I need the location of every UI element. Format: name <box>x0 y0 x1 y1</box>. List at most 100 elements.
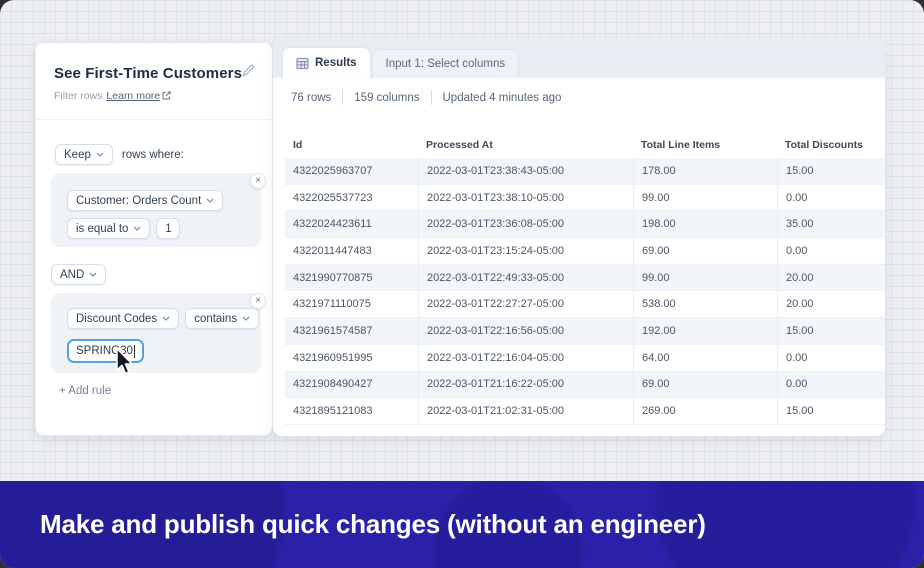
cell-total-line-items: 538.00 <box>633 291 777 318</box>
text-caret <box>133 344 135 358</box>
cell-total-discounts: 20.00 <box>777 291 885 318</box>
table-status-bar: 76 rows 159 columns Updated 4 minutes ag… <box>291 90 561 105</box>
cell-total-discounts: 35.00 <box>777 211 885 238</box>
cell-total-line-items: 192.00 <box>633 318 777 344</box>
table-row: 4321971110075 2022-03-01T22:27:27-05:00 … <box>285 291 885 319</box>
tab-results[interactable]: Results <box>283 48 370 78</box>
chevron-down-icon <box>89 272 97 277</box>
and-dropdown[interactable]: AND <box>51 264 107 285</box>
status-divider <box>342 90 344 105</box>
remove-rule-1-button[interactable]: × <box>250 173 266 189</box>
cell-id: 4322025537723 <box>293 191 373 204</box>
table-row: 4321895121083 2022-03-01T21:02:31-05:00 … <box>285 398 885 425</box>
chevron-down-icon <box>162 316 170 321</box>
keep-dropdown-label: Keep <box>64 148 91 161</box>
keep-rows-row: Keep rows where: <box>55 144 184 165</box>
rule-1-operator-row: is equal to 1 <box>67 218 181 239</box>
cell-total-discounts: 0.00 <box>777 344 885 371</box>
table-body: 4322025963707 2022-03-01T23:38:43-05:00 … <box>285 158 885 425</box>
learn-more-link[interactable]: Learn more <box>106 90 160 102</box>
cell-processed-at: 2022-03-01T21:02:31-05:00 <box>418 398 633 424</box>
cell-total-line-items: 64.00 <box>633 344 777 371</box>
table-row: 4321990770875 2022-03-01T22:49:33-05:00 … <box>285 264 885 292</box>
rule-1-field-dropdown[interactable]: Customer: Orders Count <box>67 190 224 211</box>
cell-total-discounts: 15.00 <box>777 398 885 424</box>
step-title: See First-Time Customers <box>54 65 243 82</box>
cell-processed-at: 2022-03-01T22:49:33-05:00 <box>418 264 633 291</box>
cell-total-discounts: 20.00 <box>777 264 885 291</box>
chevron-down-icon <box>96 152 104 157</box>
rule-2-field-label: Discount Codes <box>76 312 158 325</box>
table-row: 4322024423611 2022-03-01T23:36:08-05:00 … <box>285 211 885 239</box>
chevron-down-icon <box>133 226 141 231</box>
row-count: 76 rows <box>291 91 332 104</box>
tab-results-label: Results <box>315 57 357 69</box>
cell-processed-at: 2022-03-01T23:38:43-05:00 <box>418 158 633 184</box>
cell-id: 4322011447483 <box>293 244 372 257</box>
cell-processed-at: 2022-03-01T21:16:22-05:00 <box>418 371 633 398</box>
rule-1-operator-dropdown[interactable]: is equal to <box>67 218 151 239</box>
table-row: 4321960951995 2022-03-01T22:16:04-05:00 … <box>285 344 885 372</box>
cell-id: 4321971110075 <box>293 298 371 311</box>
cell-processed-at: 2022-03-01T23:38:10-05:00 <box>418 184 633 211</box>
cell-id: 4321960951995 <box>293 351 373 364</box>
filter-rule-2: × Discount Codes contains SPRING30 <box>51 293 266 373</box>
table-row: 4321908490427 2022-03-01T21:16:22-05:00 … <box>285 371 885 399</box>
table-row: 4321961574587 2022-03-01T22:16:56-05:00 … <box>285 318 885 345</box>
mouse-cursor <box>112 346 134 381</box>
cell-processed-at: 2022-03-01T23:36:08-05:00 <box>418 211 633 238</box>
cell-processed-at: 2022-03-01T22:16:04-05:00 <box>418 344 633 371</box>
chevron-down-icon <box>242 316 250 321</box>
column-header: Total Line Items <box>641 139 721 151</box>
cell-total-discounts: 0.00 <box>777 371 885 398</box>
keep-dropdown[interactable]: Keep <box>55 144 113 165</box>
cell-total-line-items: 69.00 <box>633 371 777 398</box>
results-panel: Results Input 1: Select columns 76 rows … <box>273 38 885 436</box>
table-header-row: Id Processed At Total Line Items Total D… <box>285 132 885 158</box>
filter-step-panel: See First-Time Customers Filter rows Lear… <box>35 42 273 436</box>
cell-processed-at: 2022-03-01T23:15:24-05:00 <box>418 238 633 264</box>
cell-id: 4321908490427 <box>293 378 373 391</box>
app-canvas: See First-Time Customers Filter rows Lear… <box>0 0 924 568</box>
cell-total-line-items: 99.00 <box>633 264 777 291</box>
chevron-down-icon <box>206 198 214 203</box>
rule-1-value-input[interactable]: 1 <box>156 218 181 239</box>
cell-total-discounts: 15.00 <box>777 318 885 344</box>
rule-2-operator-dropdown[interactable]: contains <box>185 308 260 329</box>
table-row: 4322011447483 2022-03-01T23:15:24-05:00 … <box>285 238 885 265</box>
screenshot-stage: See First-Time Customers Filter rows Lear… <box>0 0 924 568</box>
cell-total-line-items: 178.00 <box>633 158 777 184</box>
add-rule-button[interactable]: + Add rule <box>59 385 111 397</box>
edit-title-icon[interactable] <box>240 63 256 79</box>
panel-divider <box>36 119 272 120</box>
column-header: Total Discounts <box>785 139 863 151</box>
cell-processed-at: 2022-03-01T22:27:27-05:00 <box>418 291 633 318</box>
results-table: Id Processed At Total Line Items Total D… <box>285 132 885 425</box>
cell-total-line-items: 69.00 <box>633 238 777 264</box>
cell-id: 4322024423611 <box>293 218 372 231</box>
cell-id: 4321990770875 <box>293 271 373 284</box>
rule-1-operator-label: is equal to <box>76 222 129 235</box>
step-type-label: Filter rows Learn more <box>54 90 171 103</box>
rule-2-field-row: Discount Codes contains <box>67 308 260 329</box>
tab-input-1-label: Input 1: Select columns <box>385 58 506 70</box>
cell-total-discounts: 0.00 <box>777 184 885 211</box>
external-link-icon <box>162 91 171 103</box>
tab-input-1[interactable]: Input 1: Select columns <box>371 49 520 78</box>
tab-bar: Results Input 1: Select columns <box>283 48 520 78</box>
column-header: Processed At <box>426 139 493 151</box>
table-row: 4322025963707 2022-03-01T23:38:43-05:00 … <box>285 158 885 185</box>
rows-where-label: rows where: <box>121 148 184 161</box>
rule-conjunction: AND <box>51 264 107 285</box>
cell-total-discounts: 0.00 <box>777 238 885 264</box>
updated-timestamp: Updated 4 minutes ago <box>442 91 562 104</box>
cell-id: 4321895121083 <box>293 405 373 418</box>
remove-rule-2-button[interactable]: × <box>250 293 266 309</box>
table-icon <box>296 57 309 69</box>
cell-id: 4321961574587 <box>293 324 373 337</box>
banner-headline: Make and publish quick changes (without … <box>40 509 706 539</box>
cell-id: 4322025963707 <box>293 164 373 177</box>
rule-1-field-label: Customer: Orders Count <box>76 194 202 207</box>
status-divider <box>430 90 432 105</box>
rule-2-field-dropdown[interactable]: Discount Codes <box>67 308 180 329</box>
